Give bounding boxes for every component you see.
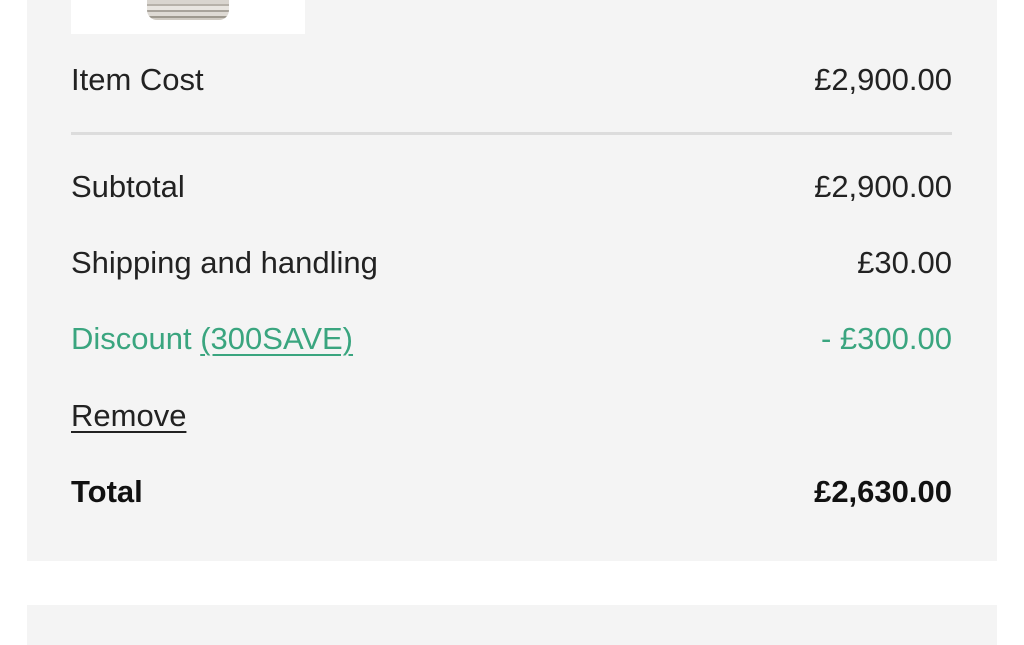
discount-code-link[interactable]: (300SAVE) <box>200 321 353 356</box>
shipping-label: Shipping and handling <box>71 245 378 280</box>
item-cost-value: £2,900.00 <box>814 62 952 97</box>
discount-row: Discount (300SAVE) - £300.00 <box>71 321 952 357</box>
product-thumbnail[interactable] <box>71 0 305 34</box>
discount-value: - £300.00 <box>821 321 952 356</box>
watch-image <box>147 0 229 20</box>
subtotal-row: Subtotal £2,900.00 <box>71 169 952 205</box>
order-summary-panel: Item Cost £2,900.00 Subtotal £2,900.00 S… <box>27 0 997 561</box>
total-row: Total £2,630.00 <box>71 474 952 510</box>
total-label: Total <box>71 474 143 509</box>
shipping-value: £30.00 <box>857 245 952 280</box>
discount-label-group: Discount (300SAVE) <box>71 321 353 357</box>
discount-label: Discount <box>71 321 192 356</box>
subtotal-label: Subtotal <box>71 169 185 204</box>
total-value: £2,630.00 <box>814 474 952 509</box>
item-cost-row: Item Cost £2,900.00 <box>71 62 952 98</box>
summary-divider <box>71 132 952 135</box>
next-section-panel <box>27 605 997 645</box>
shipping-row: Shipping and handling £30.00 <box>71 245 952 281</box>
subtotal-value: £2,900.00 <box>814 169 952 204</box>
remove-discount-link[interactable]: Remove <box>71 398 186 434</box>
item-cost-label: Item Cost <box>71 62 204 97</box>
